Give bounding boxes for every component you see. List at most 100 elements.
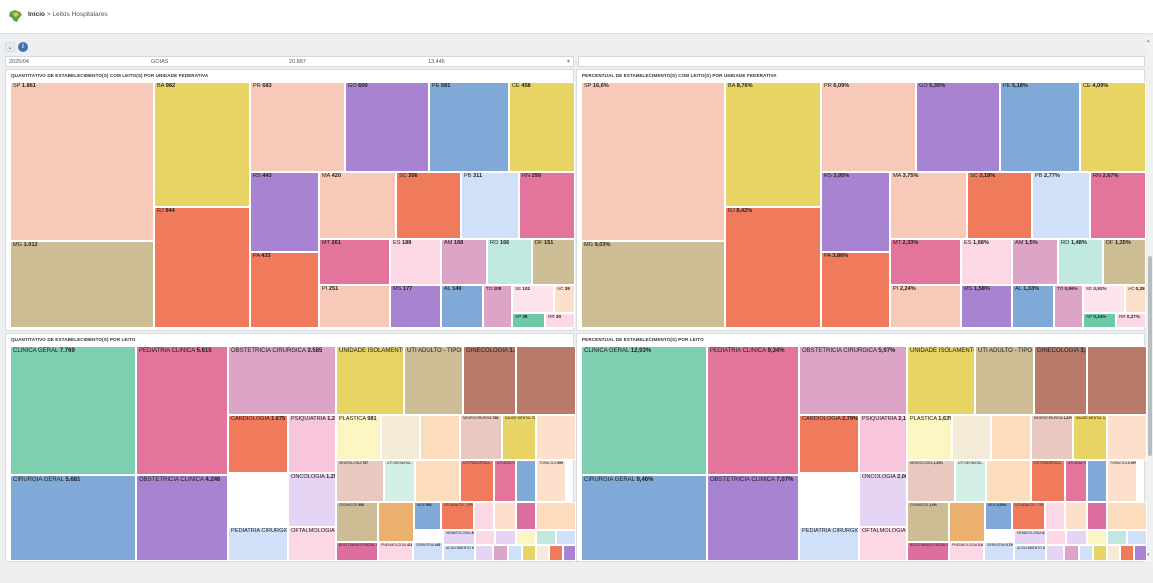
treemap-cell[interactable] <box>1127 530 1147 545</box>
treemap-cell-pi[interactable]: PI 251 <box>319 285 390 328</box>
treemap-cell-rn[interactable]: RN 2,67% <box>1090 172 1146 239</box>
treemap-cell-go[interactable]: GO 600 <box>345 82 429 172</box>
treemap-cell-acolhimento-noturno[interactable]: ACOLHIMENTO NOTURNO 361 <box>443 545 475 561</box>
treemap-cell-neurocirurgia[interactable]: NEUROCIRURGIA 1,22% <box>1031 415 1073 460</box>
treemap-cell-neurocirurgia[interactable]: NEUROCIRURGIA 768 <box>460 415 502 460</box>
treemap-cell-pneumologia[interactable]: PNEUMOLOGIA 0,69% <box>949 542 984 561</box>
treemap-cell-pediatria-clinica[interactable]: PEDIATRIA CLINICA 9,34% <box>707 346 799 475</box>
treemap-cell-rr[interactable]: RR 0,27% <box>1116 313 1146 328</box>
treemap-cell[interactable] <box>536 502 576 530</box>
treemap-cell-pediatria-cirurgica[interactable]: PEDIATRIA CIRURGICA 1.284 <box>228 527 288 561</box>
treemap-cell-pa[interactable]: PA 3,86% <box>821 252 890 328</box>
treemap-cell-mt[interactable]: MT 261 <box>319 239 390 285</box>
treemap-cell-uti-adulto-tipo-ii[interactable]: UTI ADULTO - TIPO II 3,14% <box>975 346 1034 415</box>
treemap-cell-sc[interactable]: SC 3,18% <box>967 172 1032 239</box>
treemap-cell-rr[interactable]: RR 30 <box>545 313 575 328</box>
treemap-cell-oncologia[interactable]: ONCOLOGIA 1.251 <box>288 473 336 527</box>
treemap-cell-oftalmologia[interactable]: OFTALMOLOGIA 1.049 <box>288 527 336 561</box>
treemap-cell-ginecologia[interactable]: GINECOLOGIA 3,02% <box>1034 346 1087 415</box>
treemap-cell-rs[interactable]: RS 443 <box>250 172 319 252</box>
treemap-cell[interactable] <box>1120 545 1134 561</box>
treemap-cell[interactable] <box>516 346 576 415</box>
treemap-cell-cardiologia[interactable]: CARDIOLOGIA 1.675 <box>228 415 288 473</box>
treemap-cell-uti-adulto-tipo-ii[interactable]: UTI ADULTO - TIPO II 1.887 <box>404 346 463 415</box>
treemap-cell-to[interactable]: TO 108 <box>483 285 512 328</box>
treemap-cell-toracica[interactable]: TORACICA 595 <box>536 460 566 502</box>
treemap-cell-plastica[interactable]: PLASTICA 981 <box>336 415 381 460</box>
treemap-cell-ac[interactable]: AC 0,35% <box>1125 285 1146 313</box>
treemap-cell[interactable] <box>1087 460 1107 502</box>
treemap-cell-ap[interactable]: AP 0,34% <box>1083 313 1116 328</box>
treemap-cell-go[interactable]: GO 5,35% <box>916 82 1000 172</box>
breadcrumb-home[interactable]: Início <box>28 11 45 18</box>
treemap-cell-ms[interactable]: MS 177 <box>390 285 441 328</box>
treemap-cell[interactable] <box>493 545 508 561</box>
treemap-cell-psiquiatria[interactable]: PSIQUIATRIA 2,13% <box>859 415 907 473</box>
treemap-cell[interactable] <box>536 545 549 561</box>
treemap-cell-ba[interactable]: BA 8,76% <box>725 82 821 207</box>
treemap-cell[interactable] <box>1046 530 1066 545</box>
treemap-cell-buco-maxilo-facial[interactable]: BUCO MAXILO FACIAL 463 <box>336 542 378 561</box>
treemap-cell[interactable] <box>508 545 522 561</box>
treemap-cell-unidade-isolamento[interactable]: UNIDADE ISOLAMENTO 2.255 <box>336 346 404 415</box>
treemap-cell-saude-mental[interactable]: SAUDE MENTAL 728 <box>502 415 536 460</box>
treemap-cell-mg[interactable]: MG 9,03% <box>581 241 725 328</box>
treemap-cell[interactable] <box>415 460 460 502</box>
treemap-cell[interactable] <box>1134 545 1147 561</box>
treemap-cell[interactable] <box>1107 502 1147 530</box>
treemap-cell[interactable] <box>378 502 414 542</box>
treemap-cell-pa[interactable]: PA 433 <box>250 252 319 328</box>
treemap-cell-al[interactable]: AL 149 <box>441 285 483 328</box>
treemap-cell-toracica[interactable]: TORACICA 0,99% <box>1107 460 1137 502</box>
treemap-cell-rn[interactable]: RN 299 <box>519 172 575 239</box>
treemap-cell-se[interactable]: SE 0,91% <box>1083 285 1125 313</box>
treemap-cell-obstetricia-cirurgica[interactable]: OBSTETRICIA CIRURGICA 5,97% <box>799 346 907 415</box>
treemap-cell[interactable] <box>952 415 991 460</box>
treemap-cell-ginecologia[interactable]: GINECOLOGIA 1.817 <box>463 346 516 415</box>
treemap-cell-uti-adulto-tipo-i[interactable]: UTI ADULTO - TIPO I 0,9% <box>1012 502 1045 530</box>
treemap-cell-aids[interactable]: AIDS 593 <box>414 502 441 530</box>
treemap-cell-saude-mental[interactable]: SAUDE MENTAL 1,21% <box>1073 415 1107 460</box>
treemap-cell-uti-pediatrica-tipo-ii[interactable]: UTI PEDIATRICA - TIPO II 595 <box>460 460 494 502</box>
treemap-cell-neurologia[interactable]: NEUROLOGIA 737 <box>336 460 384 502</box>
treemap-cell-uti-neonatal-tipo-ii[interactable]: UTI NEONATAL - TIPO II 624 <box>384 460 415 502</box>
treemap-cell-oftalmologia[interactable]: OFTALMOLOGIA 1,75% <box>859 527 907 561</box>
info-icon[interactable]: i <box>18 42 28 52</box>
treemap-cell-es[interactable]: ES 1,68% <box>961 239 1012 285</box>
treemap-cell-sc[interactable]: SC 356 <box>396 172 461 239</box>
treemap-cell[interactable] <box>991 415 1031 460</box>
treemap-cell-pe[interactable]: PE 5,18% <box>1000 82 1080 172</box>
treemap-cell-df[interactable]: DF 151 <box>532 239 575 285</box>
treemap-cell-al[interactable]: AL 1,33% <box>1012 285 1054 328</box>
treemap-cell-geriatria[interactable]: GERIATRIA 445 <box>413 542 443 561</box>
treemap-cell-sp[interactable]: SP 1.861 <box>10 82 154 241</box>
treemap-cell[interactable] <box>420 415 460 460</box>
treemap-cell-uti-adulto-tipo-iii[interactable]: UTI ADULTO - TIPO III 593 <box>494 460 516 502</box>
treemap-cell[interactable] <box>516 502 536 530</box>
treemap-cell[interactable] <box>556 530 576 545</box>
treemap-cell[interactable] <box>474 502 494 530</box>
treemap-cell[interactable] <box>986 460 1031 502</box>
treemap-cell-pediatria-cirurgica[interactable]: PEDIATRIA CIRURGICA 2,14% <box>799 527 859 561</box>
treemap-cell-se[interactable]: SE 102 <box>512 285 554 313</box>
treemap-cell-cirurgia-geral[interactable]: CIRURGIA GERAL 9,46% <box>581 475 707 561</box>
treemap-cell-uti-adulto-tipo-i[interactable]: UTI ADULTO - TIPO I 539 <box>441 502 474 530</box>
treemap-cell-obstetricia-clinica[interactable]: OBSTETRICIA CLINICA 4.246 <box>136 475 228 561</box>
treemap-cell[interactable] <box>1065 502 1087 530</box>
treemap-cell[interactable] <box>381 415 420 460</box>
treemap-cell-sp[interactable]: SP 16,6% <box>581 82 725 241</box>
caret-down-icon[interactable]: ▾ <box>567 58 570 65</box>
scroll-up-icon[interactable]: ▴ <box>1147 38 1150 44</box>
treemap-cell-obstetricia-cirurgica[interactable]: OBSTETRICIA CIRURGICA 3.585 <box>228 346 336 415</box>
treemap-cell-pi[interactable]: PI 2,24% <box>890 285 961 328</box>
treemap-cell-clinica-geral[interactable]: CLINICA GERAL 12,93% <box>581 346 707 475</box>
treemap-cell-cirurgia-geral[interactable]: CIRURGIA GERAL 5.681 <box>10 475 136 561</box>
scrollbar-thumb[interactable] <box>1148 256 1152 456</box>
treemap-cell-plastica[interactable]: PLASTICA 1,63% <box>907 415 952 460</box>
treemap-cell-pb[interactable]: PB 311 <box>461 172 519 239</box>
treemap-cell-oncologia[interactable]: ONCOLOGIA 2,08% <box>859 473 907 527</box>
treemap-cell-cronicos[interactable]: CRONICOS 598 <box>336 502 378 542</box>
treemap-cell[interactable] <box>1045 502 1065 530</box>
treemap-cell[interactable] <box>1079 545 1093 561</box>
treemap-cell-to[interactable]: TO 0,96% <box>1054 285 1083 328</box>
